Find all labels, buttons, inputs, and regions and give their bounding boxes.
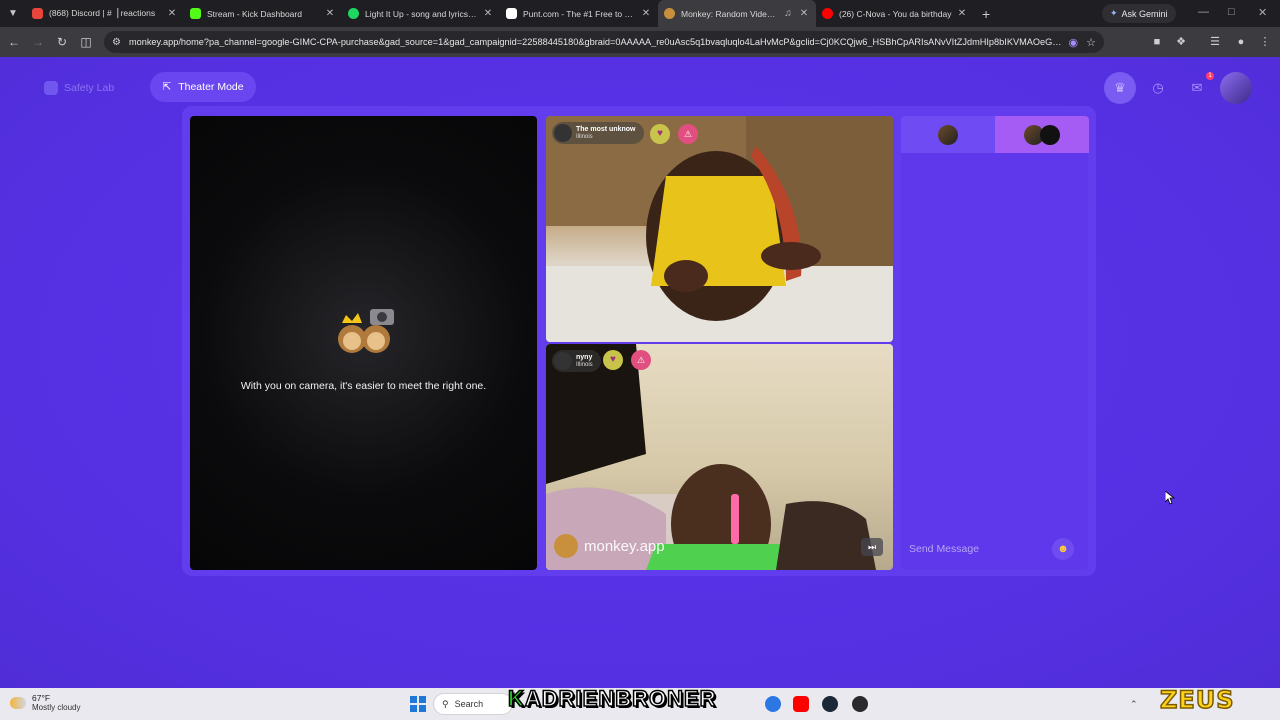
peer-location: Illinois [576, 361, 593, 368]
history-clock-icon[interactable]: ◷ [1142, 72, 1174, 104]
bookmark-star-icon[interactable]: ☆ [1086, 36, 1096, 49]
chrome-taskbar-icon[interactable] [765, 696, 781, 712]
ask-gemini-button[interactable]: ✦ Ask Gemini [1102, 4, 1176, 23]
shield-icon [44, 81, 58, 95]
peer-name: nyny [576, 353, 593, 361]
extension-icon[interactable]: ◉ [1069, 36, 1079, 49]
tab-discord[interactable]: (868) Discord | #▕ reactions ✕ [26, 0, 184, 27]
send-message-input[interactable]: Send Message ☻ [901, 528, 1088, 570]
safety-lab-button[interactable]: Safety Lab [44, 77, 114, 99]
crown-icon[interactable]: ♛ [1104, 72, 1136, 104]
gemini-icon: ✦ [1110, 8, 1118, 18]
tray-chevron-icon[interactable]: ⌃ [1130, 699, 1138, 710]
reload-icon[interactable]: ↻ [50, 35, 74, 49]
chat-panel: Send Message ☻ [901, 116, 1089, 570]
punt-icon [506, 8, 517, 19]
chat-tab-peer-1[interactable] [901, 116, 995, 153]
peer-video-1: The most unknow Illinois ♥ ⚠ [546, 116, 893, 342]
minimize-icon[interactable]: — [1198, 6, 1209, 18]
monkey-watermark: monkey.app [554, 534, 665, 558]
tab-kick[interactable]: Stream - Kick Dashboard ✕ [184, 0, 342, 27]
close-icon[interactable]: ✕ [956, 8, 968, 19]
tab-monkey[interactable]: Monkey: Random Video Ch ♫ ✕ [658, 0, 816, 27]
monkey-logo-icon [554, 534, 578, 558]
windows-start-icon[interactable] [410, 696, 426, 712]
extensions-puzzle-icon[interactable]: ❖ [1174, 35, 1188, 49]
close-icon[interactable]: ✕ [640, 8, 652, 19]
peer-video-2: nyny Illinois ♥ ⚠ monkey.app ⏭ [546, 344, 893, 570]
app-taskbar-icon[interactable] [852, 696, 868, 712]
steam-taskbar-icon[interactable] [822, 696, 838, 712]
weather-widget[interactable]: 67°F Mostly cloudy [10, 693, 80, 712]
notification-badge: 1 [1206, 72, 1214, 80]
self-camera-pane: With you on camera, it's easier to meet … [190, 116, 537, 570]
brand-logo: ZEUS [1159, 685, 1235, 715]
avatar [938, 124, 958, 145]
report-icon[interactable]: ⚠ [631, 350, 651, 370]
heart-icon[interactable]: ♥ [603, 350, 623, 370]
user-avatar[interactable] [1220, 72, 1252, 104]
peer-name: The most unknow [576, 125, 636, 133]
kick-icon [190, 8, 201, 19]
peer-info-pill[interactable]: The most unknow Illinois [552, 122, 644, 144]
maximize-icon[interactable]: □ [1228, 6, 1235, 18]
skip-next-icon[interactable]: ⏭ [861, 538, 883, 556]
expand-icon: ⇱ [162, 81, 172, 93]
youtube-icon [822, 8, 833, 19]
partly-cloudy-icon [10, 696, 26, 709]
url-text[interactable]: monkey.app/home?pa_channel=google-GIMC-C… [129, 37, 1069, 47]
theater-mode-button[interactable]: ⇱ Theater Mode [150, 72, 256, 102]
monkey-icon [664, 8, 675, 19]
media-controls-icon[interactable]: ☰ [1208, 35, 1222, 49]
close-icon[interactable]: ✕ [166, 8, 178, 19]
search-icon: ⚲ [442, 698, 449, 709]
profile-extension-icon[interactable]: ■ [1150, 35, 1164, 49]
chat-tab-peer-2[interactable] [995, 116, 1089, 153]
site-info-icon[interactable]: ⚙ [112, 37, 121, 48]
close-icon[interactable]: ✕ [798, 8, 810, 19]
avatar [1040, 124, 1060, 145]
monkey-camera-emoji-icon [338, 309, 394, 353]
taskbar-search[interactable]: ⚲ Search [433, 693, 513, 715]
address-bar[interactable]: ⚙ monkey.app/home?pa_channel=google-GIMC… [104, 31, 1104, 53]
tab-youtube[interactable]: (26) C-Nova - You da birthday ✕ [816, 0, 974, 27]
peer-info-pill[interactable]: nyny Illinois [552, 350, 601, 372]
spotify-icon [348, 8, 359, 19]
close-window-icon[interactable]: ✕ [1258, 6, 1267, 19]
close-icon[interactable]: ✕ [324, 8, 336, 19]
avatar [554, 124, 572, 142]
camera-prompt-text: With you on camera, it's easier to meet … [240, 380, 487, 392]
heart-icon[interactable]: ♥ [650, 124, 670, 144]
peer-video-frame-1 [546, 116, 893, 342]
report-icon[interactable]: ⚠ [678, 124, 698, 144]
youtube-taskbar-icon[interactable] [793, 696, 809, 712]
speaker-icon[interactable]: ♫ [782, 8, 794, 19]
tab-spotify[interactable]: Light It Up - song and lyrics by ✕ [342, 0, 500, 27]
avatar [554, 352, 572, 370]
close-icon[interactable]: ✕ [482, 8, 494, 19]
streamer-overlay-name: KADRIENBRONER [507, 685, 717, 712]
profile-avatar-icon[interactable]: ● [1234, 35, 1248, 49]
emoji-icon[interactable]: ☻ [1052, 538, 1074, 560]
side-panel-icon[interactable]: ◫ [74, 35, 98, 49]
forward-icon[interactable]: → [26, 35, 50, 49]
tab-bar: ▼ (868) Discord | #▕ reactions ✕ Stream … [0, 0, 1280, 27]
peer-location: Illinois [576, 133, 593, 140]
menu-dots-icon[interactable]: ⋮ [1258, 35, 1272, 49]
discord-icon [32, 8, 43, 19]
new-tab-button[interactable]: + [974, 6, 998, 22]
tab-search-icon[interactable]: ▼ [0, 0, 26, 27]
mouse-cursor-icon [1165, 491, 1175, 505]
back-icon[interactable]: ← [2, 35, 26, 49]
tab-punt[interactable]: Punt.com - The #1 Free to Play ✕ [500, 0, 658, 27]
